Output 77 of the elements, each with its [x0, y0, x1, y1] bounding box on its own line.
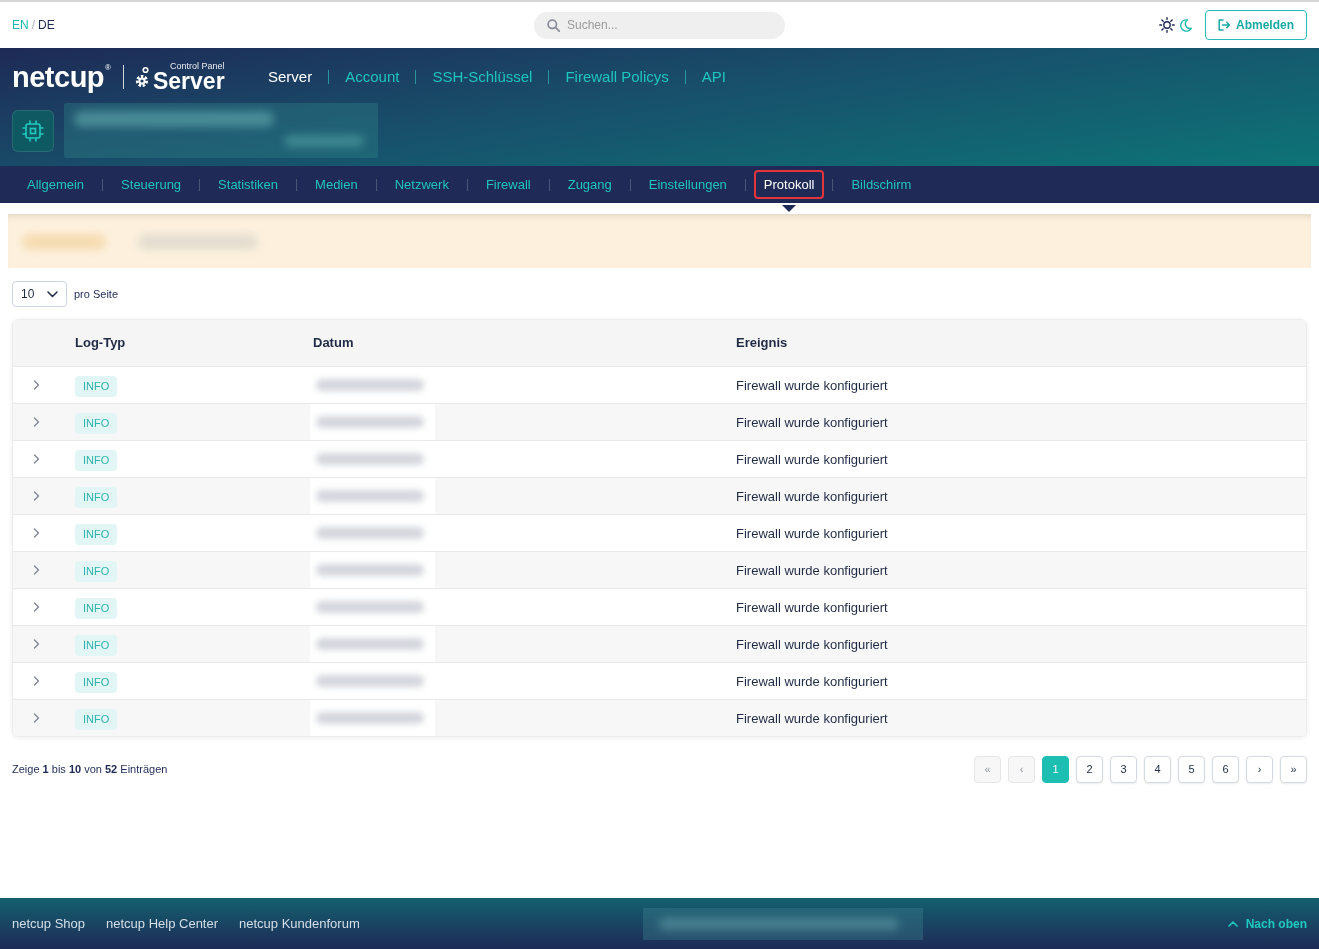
tab[interactable]: Zugang	[557, 169, 622, 200]
event-text: Firewall wurde konfiguriert	[736, 452, 888, 467]
log-type-tag: INFO	[75, 486, 118, 508]
entries-summary: Zeige 1 bis 10 von 52 Einträgen	[12, 762, 168, 778]
page-button[interactable]: ›	[1246, 756, 1273, 783]
event-text: Firewall wurde konfiguriert	[736, 600, 888, 615]
logout-icon	[1218, 19, 1230, 31]
moon-icon[interactable]	[1180, 18, 1192, 32]
chevron-right-icon[interactable]	[33, 528, 40, 538]
chevron-right-icon[interactable]	[33, 639, 40, 649]
tab[interactable]: Protokoll	[753, 169, 825, 200]
event-text: Firewall wurde konfiguriert	[736, 563, 888, 578]
chevron-right-icon[interactable]	[33, 491, 40, 501]
chevron-down-icon	[47, 290, 58, 298]
chevron-right-icon[interactable]	[33, 602, 40, 612]
page-button[interactable]: »	[1280, 756, 1307, 783]
event-text: Firewall wurde konfiguriert	[736, 378, 888, 393]
log-type-tag: INFO	[75, 671, 118, 693]
page-button[interactable]: 2	[1076, 756, 1103, 783]
footer-link[interactable]: netcup Help Center	[106, 913, 219, 934]
log-type-tag: INFO	[75, 708, 118, 730]
page-button[interactable]: 6	[1212, 756, 1239, 783]
nav-link[interactable]: Firewall Policys	[565, 65, 669, 89]
registered-mark: ®	[105, 63, 111, 72]
sun-icon[interactable]	[1159, 17, 1175, 33]
chevron-right-icon[interactable]	[33, 380, 40, 390]
chevron-right-icon[interactable]	[33, 417, 40, 427]
product-caption: Control Panel	[170, 61, 225, 71]
per-page-label: pro Seite	[74, 286, 119, 302]
column-header: Log-Typ	[75, 334, 127, 353]
cpu-icon	[12, 109, 54, 152]
chevron-right-icon[interactable]	[33, 713, 40, 723]
chevron-right-icon[interactable]	[33, 676, 40, 686]
event-text: Firewall wurde konfiguriert	[736, 711, 888, 726]
log-type-tag: INFO	[75, 634, 118, 656]
page-button[interactable]: 5	[1178, 756, 1205, 783]
brand-name: netcup	[12, 62, 105, 92]
log-type-tag: INFO	[75, 523, 118, 545]
event-text: Firewall wurde konfiguriert	[736, 674, 888, 689]
tab[interactable]: Bildschirm	[841, 169, 922, 200]
nav-link[interactable]: Server	[268, 65, 313, 89]
event-text: Firewall wurde konfiguriert	[736, 526, 888, 541]
nav-link[interactable]: Account	[345, 65, 400, 89]
tab[interactable]: Steuerung	[111, 169, 192, 200]
back-to-top-link[interactable]: Nach oben	[1227, 914, 1307, 933]
column-header: Ereignis	[736, 334, 789, 353]
language-separator: /	[31, 17, 35, 34]
language-link[interactable]: DE	[38, 16, 55, 34]
search-icon	[547, 18, 560, 32]
product-name: Server	[152, 69, 225, 93]
footer-link[interactable]: netcup Kundenforum	[239, 913, 360, 934]
log-type-tag: INFO	[75, 412, 118, 434]
page-button[interactable]: 3	[1110, 756, 1137, 783]
chevron-right-icon[interactable]	[33, 565, 40, 575]
tab[interactable]: Medien	[305, 169, 368, 200]
event-text: Firewall wurde konfiguriert	[736, 415, 888, 430]
log-type-tag: INFO	[75, 375, 118, 397]
chevron-up-icon	[1227, 920, 1238, 927]
event-text: Firewall wurde konfiguriert	[736, 637, 888, 652]
tab[interactable]: Einstellungen	[638, 169, 737, 200]
nav-link[interactable]: SSH-Schlüssel	[432, 65, 533, 89]
page-button[interactable]: 4	[1144, 756, 1171, 783]
tab[interactable]: Firewall	[475, 169, 541, 200]
log-type-tag: INFO	[75, 449, 118, 471]
log-type-tag: INFO	[75, 560, 118, 582]
footer-link[interactable]: netcup Shop	[12, 913, 85, 934]
chevron-right-icon[interactable]	[33, 454, 40, 464]
tab[interactable]: Allgemein	[17, 169, 95, 200]
gear-icon	[133, 66, 151, 88]
nav-link[interactable]: API	[701, 65, 726, 89]
tab[interactable]: Statistiken	[208, 169, 289, 200]
column-header: Datum	[313, 334, 355, 353]
per-page-select[interactable]: 10	[12, 281, 67, 307]
event-text: Firewall wurde konfiguriert	[736, 489, 888, 504]
search-field[interactable]: Suchen...	[534, 11, 785, 39]
tab[interactable]: Netzwerk	[384, 169, 459, 200]
log-type-tag: INFO	[75, 597, 118, 619]
